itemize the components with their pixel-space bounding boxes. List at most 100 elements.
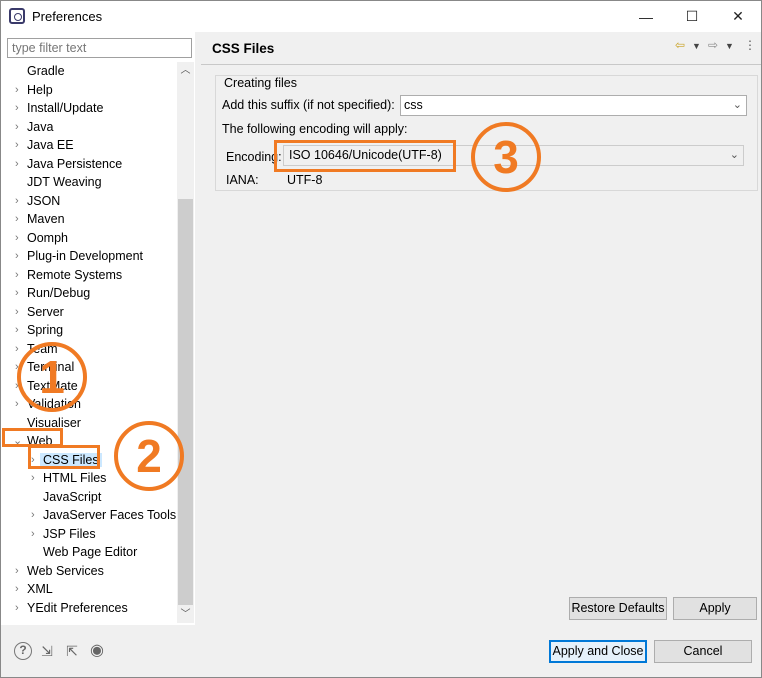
- tree-item-label: HTML Files: [43, 471, 107, 485]
- tree-item-help[interactable]: Help: [27, 81, 53, 99]
- tree-item-plug-in-development[interactable]: Plug-in Development: [27, 247, 143, 265]
- chevron-right-icon[interactable]: ›: [15, 229, 25, 247]
- scroll-up-icon[interactable]: ︿: [177, 62, 194, 79]
- maximize-button[interactable]: ☐: [669, 1, 715, 32]
- forward-arrow-icon[interactable]: ⇨: [708, 38, 718, 52]
- tree-item-label: Java EE: [27, 138, 74, 152]
- divider: [201, 64, 761, 65]
- tree-item-html-files[interactable]: HTML Files: [43, 469, 106, 487]
- chevron-right-icon[interactable]: ›: [15, 266, 25, 284]
- chevron-right-icon[interactable]: ›: [15, 99, 25, 117]
- tree-scrollbar[interactable]: ︿ ﹀: [177, 62, 194, 623]
- apply-button[interactable]: Apply: [673, 597, 757, 620]
- preferences-window: Preferences — ☐ ✕ Gradle › Help › Instal…: [0, 0, 762, 678]
- tree-item-maven[interactable]: Maven: [27, 210, 65, 228]
- tree-item-web-services[interactable]: Web Services: [27, 562, 104, 580]
- help-icon[interactable]: ?: [14, 642, 32, 660]
- view-menu-icon[interactable]: ⋮: [744, 38, 756, 52]
- tree-item-spring[interactable]: Spring: [27, 321, 63, 339]
- eclipse-app-icon: [9, 8, 25, 24]
- tree-item-label: XML: [27, 582, 53, 596]
- tree-item-label: Spring: [27, 323, 64, 337]
- tree-item-server[interactable]: Server: [27, 303, 64, 321]
- chevron-right-icon[interactable]: ›: [15, 210, 25, 228]
- apply-and-close-button[interactable]: Apply and Close: [549, 640, 647, 663]
- import-icon[interactable]: ⇲: [38, 642, 56, 660]
- annotation-number-2: 2: [114, 421, 184, 491]
- chevron-right-icon[interactable]: ›: [15, 155, 25, 173]
- preference-tree: Gradle › Help › Install/Update › Java › …: [1, 62, 177, 623]
- annotation-number-3: 3: [471, 122, 541, 192]
- tree-item-jdt-weaving[interactable]: JDT Weaving: [27, 173, 102, 191]
- tree-item-label: YEdit Preferences: [27, 601, 128, 615]
- forward-dropdown-icon[interactable]: ▼: [725, 41, 734, 51]
- tree-item-label: Gradle: [27, 64, 65, 78]
- back-dropdown-icon[interactable]: ▼: [692, 41, 701, 51]
- chevron-right-icon[interactable]: ›: [15, 599, 25, 617]
- chevron-right-icon[interactable]: ›: [15, 284, 25, 302]
- tree-item-label: JSON: [27, 194, 61, 208]
- chevron-right-icon[interactable]: ›: [15, 192, 25, 210]
- scroll-down-icon[interactable]: ﹀: [177, 606, 194, 623]
- tree-item-javascript[interactable]: JavaScript: [43, 488, 101, 506]
- tree-item-label: JavaServer Faces Tools: [43, 508, 177, 522]
- window-title: Preferences: [32, 9, 103, 24]
- tree-item-label: JavaScript: [43, 490, 102, 504]
- chevron-down-icon: ⌄: [729, 149, 739, 161]
- chevron-right-icon[interactable]: ›: [31, 469, 41, 487]
- tree-item-javaserver-faces-tools[interactable]: JavaServer Faces Tools: [43, 506, 176, 524]
- chevron-down-icon: ⌄: [732, 99, 742, 111]
- close-button[interactable]: ✕: [715, 1, 761, 32]
- tree-item-install-update[interactable]: Install/Update: [27, 99, 103, 117]
- chevron-right-icon[interactable]: ›: [15, 81, 25, 99]
- tree-item-label: Oomph: [27, 231, 68, 245]
- tree-item-json[interactable]: JSON: [27, 192, 60, 210]
- tree-item-oomph[interactable]: Oomph: [27, 229, 68, 247]
- back-arrow-icon[interactable]: ⇦: [675, 38, 685, 52]
- tree-item-web-page-editor[interactable]: Web Page Editor: [43, 543, 137, 561]
- annotation-number-1: 1: [17, 342, 87, 412]
- tree-item-label: JSP Files: [43, 527, 96, 541]
- tree-item-label: Plug-in Development: [27, 249, 144, 263]
- group-title: Creating files: [223, 76, 298, 90]
- tree-item-label: Remote Systems: [27, 268, 123, 282]
- record-icon[interactable]: ◉: [88, 642, 106, 660]
- tree-item-label: Web Page Editor: [43, 545, 138, 559]
- tree-item-label: Web Services: [27, 564, 104, 578]
- tree-item-label: JDT Weaving: [27, 175, 102, 189]
- tree-item-gradle[interactable]: Gradle: [27, 62, 65, 80]
- suffix-combo[interactable]: css ⌄: [400, 95, 747, 116]
- preference-page: CSS Files ⇦ ▼ ⇨ ▼ ⋮ Creating files Add t…: [201, 32, 761, 625]
- title-bar: Preferences — ☐ ✕: [1, 1, 761, 32]
- chevron-right-icon[interactable]: ›: [31, 506, 41, 524]
- tree-item-run-debug[interactable]: Run/Debug: [27, 284, 90, 302]
- tree-item-java[interactable]: Java: [27, 118, 53, 136]
- chevron-right-icon[interactable]: ›: [15, 580, 25, 598]
- tree-item-java-ee[interactable]: Java EE: [27, 136, 74, 154]
- chevron-right-icon[interactable]: ›: [31, 525, 41, 543]
- suffix-label: Add this suffix (if not specified):: [222, 98, 395, 112]
- chevron-right-icon[interactable]: ›: [15, 562, 25, 580]
- tree-item-remote-systems[interactable]: Remote Systems: [27, 266, 122, 284]
- tree-item-label: Java: [27, 120, 54, 134]
- tree-item-xml[interactable]: XML: [27, 580, 53, 598]
- tree-item-yedit-preferences[interactable]: YEdit Preferences: [27, 599, 128, 617]
- chevron-right-icon[interactable]: ›: [15, 118, 25, 136]
- scrollbar-thumb[interactable]: [178, 199, 193, 605]
- preference-tree-panel: Gradle › Help › Install/Update › Java › …: [1, 32, 195, 625]
- minimize-button[interactable]: —: [623, 1, 669, 32]
- tree-item-label: Help: [27, 83, 53, 97]
- chevron-right-icon[interactable]: ›: [15, 321, 25, 339]
- chevron-right-icon[interactable]: ›: [15, 136, 25, 154]
- iana-value: UTF-8: [287, 173, 323, 187]
- tree-item-label: Install/Update: [27, 101, 104, 115]
- cancel-button[interactable]: Cancel: [654, 640, 752, 663]
- filter-input[interactable]: [7, 38, 192, 58]
- tree-item-java-persistence[interactable]: Java Persistence: [27, 155, 122, 173]
- tree-item-label: Maven: [27, 212, 65, 226]
- tree-item-jsp-files[interactable]: JSP Files: [43, 525, 96, 543]
- chevron-right-icon[interactable]: ›: [15, 303, 25, 321]
- restore-defaults-button[interactable]: Restore Defaults: [569, 597, 667, 620]
- chevron-right-icon[interactable]: ›: [15, 247, 25, 265]
- export-icon[interactable]: ⇱: [63, 642, 81, 660]
